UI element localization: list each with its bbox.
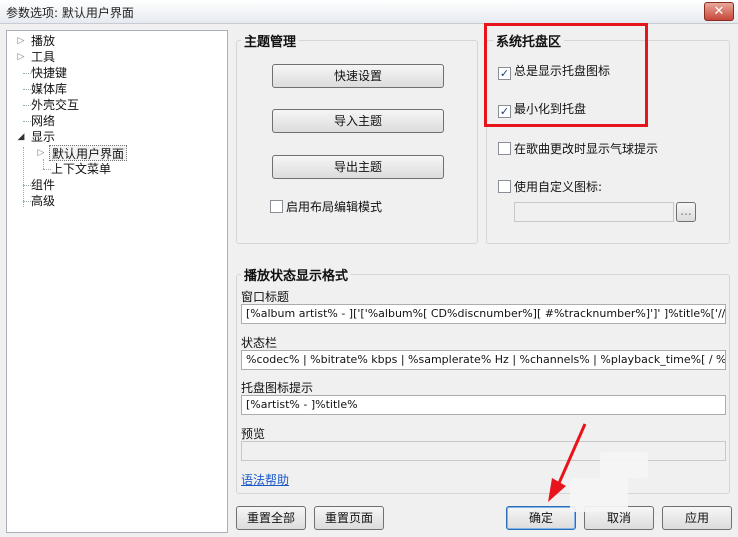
preferences-tree[interactable]: ▷ 播放 ▷ 工具 快捷键 媒体库 外壳交互 网络 ◢ 显示 ▷ 默认用户界面 … [6,30,228,533]
tree-connector [43,169,51,170]
window-title-label: 窗口标题 [241,290,290,304]
tree-item-display[interactable]: 显示 [31,129,55,145]
expand-arrow-icon[interactable]: ▷ [36,145,46,161]
tree-item-components[interactable]: 组件 [31,177,55,193]
tree-item-context-menu[interactable]: 上下文菜单 [51,161,111,177]
close-icon: ✕ [713,4,725,19]
syntax-help-link[interactable]: 语法帮助 [241,471,289,488]
custom-icon-label: 使用自定义图标: [514,180,603,194]
tree-connector [23,201,31,202]
reset-all-button[interactable]: 重置全部 [236,506,306,530]
collapse-arrow-icon[interactable]: ◢ [16,129,26,145]
format-group-title: 播放状态显示格式 [241,265,352,284]
window-title: 参数选项: 默认用户界面 [6,6,134,20]
tree-item-library[interactable]: 媒体库 [31,81,67,97]
tree-connector [23,185,31,186]
tree-item-shortcuts[interactable]: 快捷键 [31,65,67,81]
export-theme-button[interactable]: 导出主题 [272,155,444,179]
tree-item-tools[interactable]: 工具 [31,49,55,65]
status-bar-input[interactable]: %codec% | %bitrate% kbps | %samplerate% … [241,350,726,370]
tray-tooltip-input[interactable]: [%artist% - ]%title% [241,395,726,415]
annotation-arrow-icon [548,423,587,502]
tree-connector [23,121,31,122]
window-title-input[interactable]: [%album artist% - ]['['%album%[ CD%discn… [241,304,726,324]
layout-edit-label: 启用布局编辑模式 [286,200,383,214]
expand-arrow-icon[interactable]: ▷ [16,33,26,49]
tree-item-advanced[interactable]: 高级 [31,193,55,209]
watermark-blur [600,452,648,478]
tray-tooltip-label: 托盘图标提示 [241,381,314,395]
checkbox-box[interactable] [498,180,511,193]
checkbox-box[interactable] [498,142,511,155]
tree-connector [23,105,31,106]
highlight-box [484,23,648,127]
browse-button[interactable]: ... [676,202,696,222]
import-theme-button[interactable]: 导入主题 [272,109,444,133]
layout-edit-checkbox[interactable]: 启用布局编辑模式 [270,199,382,215]
reset-page-button[interactable]: 重置页面 [314,506,384,530]
balloon-tip-label: 在歌曲更改时显示气球提示 [514,142,659,156]
tree-connector [23,89,31,90]
apply-button[interactable]: 应用 [662,506,732,530]
preview-field [241,441,726,461]
status-bar-label: 状态栏 [241,336,278,350]
tree-item-playback[interactable]: 播放 [31,33,55,49]
checkbox-box[interactable] [270,200,283,213]
title-bar: 参数选项: 默认用户界面 ✕ [0,0,738,24]
preview-label: 预览 [241,427,266,441]
quick-setup-button[interactable]: 快速设置 [272,64,444,88]
tree-connector [23,147,24,207]
theme-group-title: 主题管理 [241,31,300,50]
tree-connector [23,73,31,74]
custom-icon-path-field[interactable] [514,202,674,222]
expand-arrow-icon[interactable]: ▷ [16,49,26,65]
tree-item-default-ui[interactable]: 默认用户界面 [49,145,128,161]
tree-item-shell[interactable]: 外壳交互 [31,97,79,113]
custom-icon-checkbox[interactable]: 使用自定义图标: [498,179,602,195]
balloon-tip-checkbox[interactable]: 在歌曲更改时显示气球提示 [498,141,658,157]
close-button[interactable]: ✕ [704,2,734,21]
tree-item-network[interactable]: 网络 [31,113,55,129]
